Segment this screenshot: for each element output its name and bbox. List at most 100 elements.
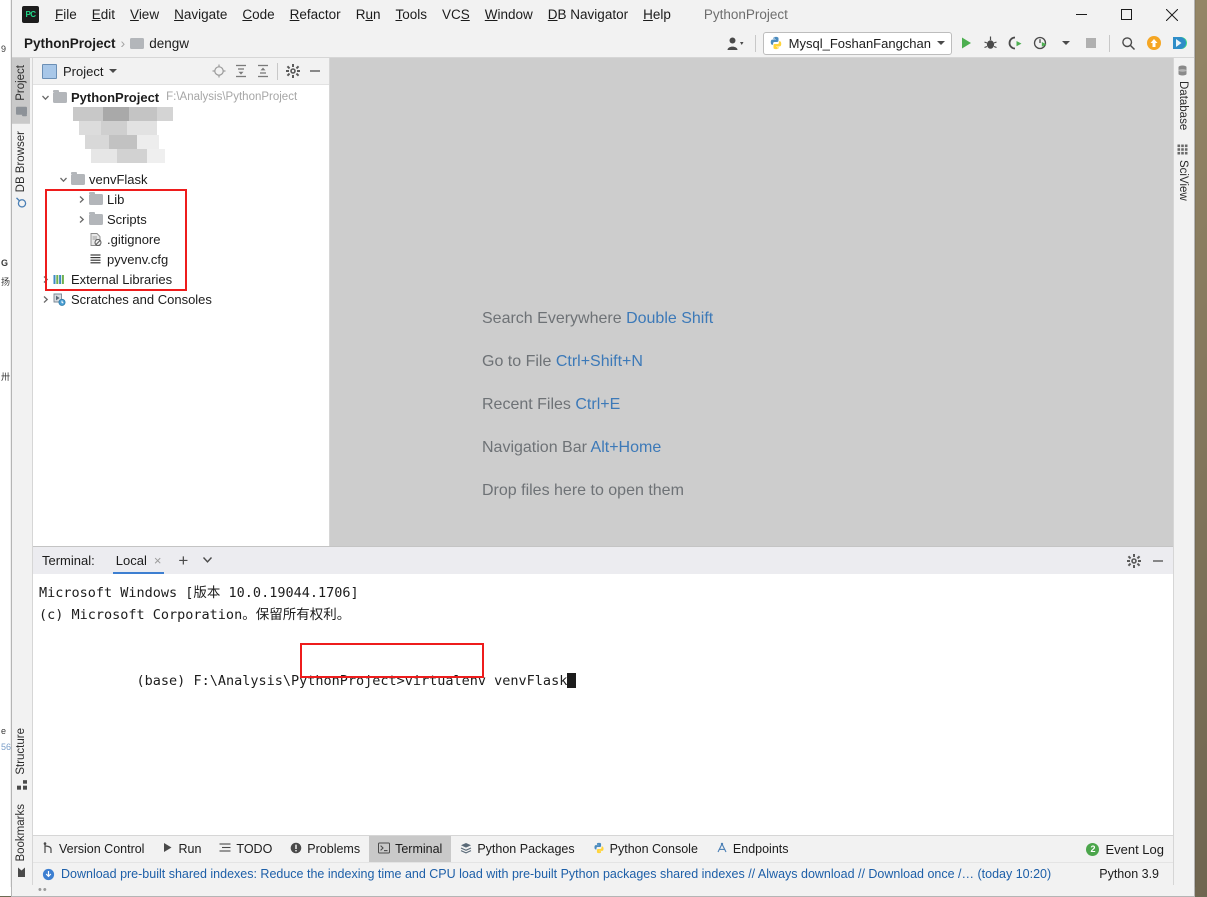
bottom-item-todo[interactable]: TODO [210,836,281,862]
chevron-right-icon[interactable] [39,293,52,306]
tree-row-scripts[interactable]: Scripts [33,209,329,229]
run-configuration-selector[interactable]: Mysql_FoshanFangchan [762,31,952,55]
bottom-item-terminal[interactable]: Terminal [369,836,452,862]
project-tool-window: Project PythonProject F:\Analysis\Python… [33,58,330,546]
bottom-item-python-packages[interactable]: Python Packages [451,836,583,862]
sidebar-item-project[interactable]: Project [12,58,30,124]
search-icon[interactable] [1117,32,1140,55]
sidebar-item-bookmarks[interactable]: Bookmarks [12,797,30,885]
terminal-header: Terminal: Local × + [33,547,1173,574]
window-controls [1059,0,1194,29]
menu-item-refactor[interactable]: Refactor [283,4,348,25]
debug-button[interactable] [979,32,1002,55]
status-bar: Download pre-built shared indexes: Reduc… [33,862,1173,885]
menu-item-window[interactable]: Window [478,4,540,25]
close-button[interactable] [1149,0,1194,29]
new-terminal-tab-button[interactable]: + [178,552,188,569]
account-icon[interactable] [725,32,748,55]
chevron-right-icon[interactable] [39,273,52,286]
menu-bar: File Edit View Navigate Code Refactor Ru… [48,4,678,25]
hide-panel-icon[interactable] [1147,550,1168,571]
hint-shortcut-2: Ctrl+E [575,396,621,413]
bottom-label-endpoints: Endpoints [732,842,789,856]
run-with-coverage-button[interactable] [1004,32,1027,55]
breadcrumb-file[interactable]: dengw [149,36,189,51]
close-icon[interactable]: × [154,553,162,568]
chevron-right-icon[interactable] [75,213,88,226]
bottom-item-run[interactable]: Run [153,836,210,862]
resize-handle-dots[interactable]: •• [38,885,48,896]
profile-dropdown-icon[interactable] [1054,32,1077,55]
menu-item-navigate[interactable]: Navigate [167,4,234,25]
sidebar-label-db-browser: DB Browser [15,130,27,193]
terminal-output[interactable]: Microsoft Windows [版本 10.0.19044.1706] (… [33,574,1173,835]
breadcrumb-project[interactable]: PythonProject [24,36,116,51]
menu-item-view[interactable]: View [123,4,166,25]
status-notification[interactable]: Download pre-built shared indexes: Reduc… [42,867,1051,881]
sidebar-item-sciview[interactable]: SciView [1174,137,1192,208]
sidebar-item-db-browser[interactable]: DB Browser [12,124,30,215]
settings-gear-icon[interactable] [1123,550,1144,571]
menu-item-help[interactable]: Help [636,4,678,25]
bottom-label-problems: Problems [307,842,361,856]
tree-row-pyvenv-cfg[interactable]: pyvenv.cfg [33,249,329,269]
menu-item-file[interactable]: File [48,4,84,25]
center-column: Project PythonProject F:\Analysis\Python… [33,58,1173,885]
menu-item-code[interactable]: Code [235,4,281,25]
minimize-button[interactable] [1059,0,1104,29]
menu-item-run[interactable]: Run [349,4,388,25]
sciview-icon [1177,144,1189,155]
tree-row-lib[interactable]: Lib [33,189,329,209]
menu-item-db-navigator[interactable]: DB Navigator [541,4,635,25]
feature-trainer-icon[interactable] [1167,32,1190,55]
config-file-icon [88,252,103,267]
sidebar-item-database[interactable]: Database [1174,58,1192,137]
project-title-group[interactable]: Project [42,63,118,79]
tree-row-pythonproject[interactable]: PythonProject F:\Analysis\PythonProject [33,87,329,107]
breadcrumb-separator: › [120,35,126,51]
menu-item-vcs[interactable]: VCS [435,4,477,25]
tree-row-scratches[interactable]: Scratches and Consoles [33,289,329,309]
terminal-tab-local[interactable]: Local × [112,547,165,574]
title-bar: PC File Edit View Navigate Code Refactor… [12,0,1194,29]
editor-empty-state[interactable]: Search Everywhere Double Shift Go to Fil… [330,58,1173,546]
tree-row-venvflask[interactable]: venvFlask [33,169,329,189]
profile-button[interactable] [1029,32,1052,55]
project-folder-icon [16,106,27,117]
folder-icon [52,89,67,105]
tree-row-external-libraries[interactable]: External Libraries [33,269,329,289]
bottom-item-version-control[interactable]: Version Control [33,836,153,862]
bottom-item-endpoints[interactable]: Endpoints [707,836,798,862]
project-tree: PythonProject F:\Analysis\PythonProject [33,85,329,546]
hide-panel-icon[interactable] [304,61,325,82]
run-button[interactable] [954,32,977,55]
collapse-all-icon[interactable] [252,61,273,82]
sidebar-item-structure[interactable]: Structure [12,721,30,798]
bookmark-icon [16,867,27,878]
expand-all-icon[interactable] [230,61,251,82]
menu-item-edit[interactable]: Edit [85,4,122,25]
stop-button[interactable] [1079,32,1102,55]
update-icon[interactable] [1142,32,1165,55]
select-opened-file-icon[interactable] [208,61,229,82]
interpreter-label: Python 3.9 [1099,867,1159,881]
navigation-bar: PythonProject › dengw Mysql_FoshanFangch… [12,29,1194,58]
hint-shortcut-0: Double Shift [626,310,714,327]
chevron-down-icon[interactable] [39,91,52,104]
python-interpreter-status[interactable]: Python 3.9 [1099,867,1159,881]
settings-gear-icon[interactable] [282,61,303,82]
chevron-down-icon[interactable] [57,173,70,186]
maximize-button[interactable] [1104,0,1149,29]
tree-label-gitignore: .gitignore [107,231,161,247]
event-log-area[interactable]: 2 Event Log [1086,842,1164,857]
hint-shortcut-1: Ctrl+Shift+N [555,353,643,370]
bottom-label-python-packages: Python Packages [477,842,575,856]
bottom-item-problems[interactable]: Problems [281,836,369,862]
tree-label-venvflask: venvFlask [89,171,148,187]
chevron-right-icon[interactable] [75,193,88,206]
window-title: PythonProject [703,7,788,22]
chevron-down-icon[interactable] [201,553,214,569]
menu-item-tools[interactable]: Tools [388,4,434,25]
tree-row-gitignore[interactable]: .gitignore [33,229,329,249]
bottom-item-python-console[interactable]: Python Console [584,836,707,862]
